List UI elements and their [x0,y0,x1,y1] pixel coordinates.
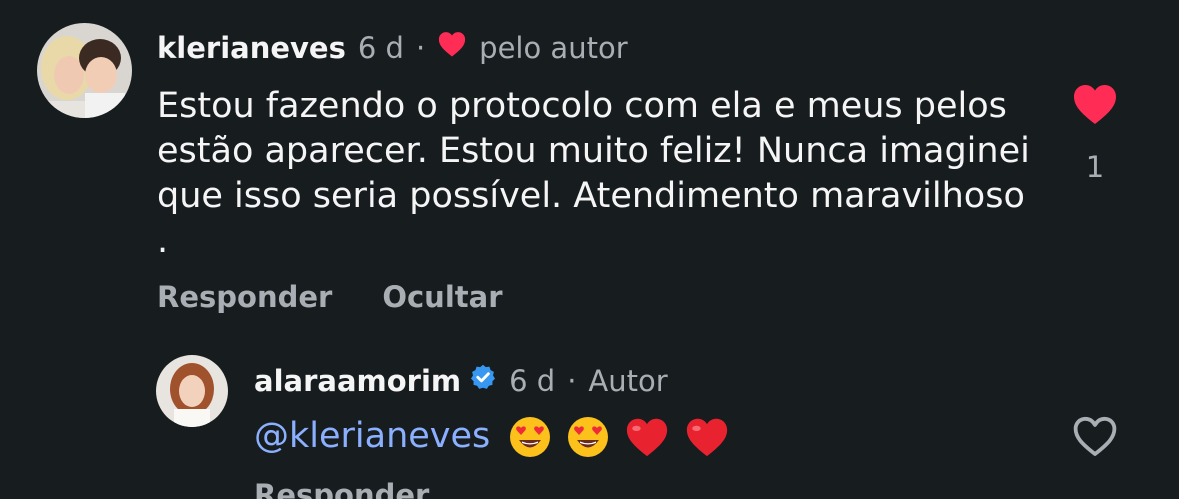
reply-button[interactable]: Responder [157,280,332,314]
liked-by-author-label: pelo autor [479,31,628,65]
red-heart-emoji-icon [684,415,730,459]
author-label: Autor [588,364,668,398]
timestamp: 6 d [509,364,556,398]
username[interactable]: klerianeves [157,28,346,68]
reply-button[interactable]: Responder [254,478,429,499]
heart-filled-icon[interactable] [1071,82,1119,130]
heart-eyes-emoji-icon [566,415,610,459]
avatar[interactable] [156,355,228,427]
heart-icon [437,28,467,68]
separator: · [415,31,426,65]
like-count: 1 [1085,150,1105,184]
hide-button[interactable]: Ocultar [382,280,502,314]
mention-link[interactable]: @klerianeves [254,414,490,459]
username[interactable]: alaraamorim [254,361,461,401]
comments-panel: klerianeves 6 d · pelo autor Estou fazen… [0,0,1179,499]
comment-header: klerianeves 6 d · pelo autor [157,28,628,68]
comment-text: Estou fazendo o protocolo com ela e meus… [157,86,1030,261]
heart-outline-icon[interactable] [1071,414,1119,462]
timestamp: 6 d [357,31,404,65]
avatar[interactable] [37,23,132,118]
heart-eyes-emoji-icon [508,415,552,459]
red-heart-emoji-icon [624,415,670,459]
separator: · [567,364,577,398]
comment-actions: Responder Ocultar [157,280,503,314]
like-control: 1 [1070,82,1120,184]
reply-actions: Responder [254,478,429,499]
verified-badge-icon [469,361,497,401]
like-control [1070,414,1120,462]
reply-text: @klerianeves [254,414,730,459]
reply-header: alaraamorim 6 d · Autor [254,361,668,401]
